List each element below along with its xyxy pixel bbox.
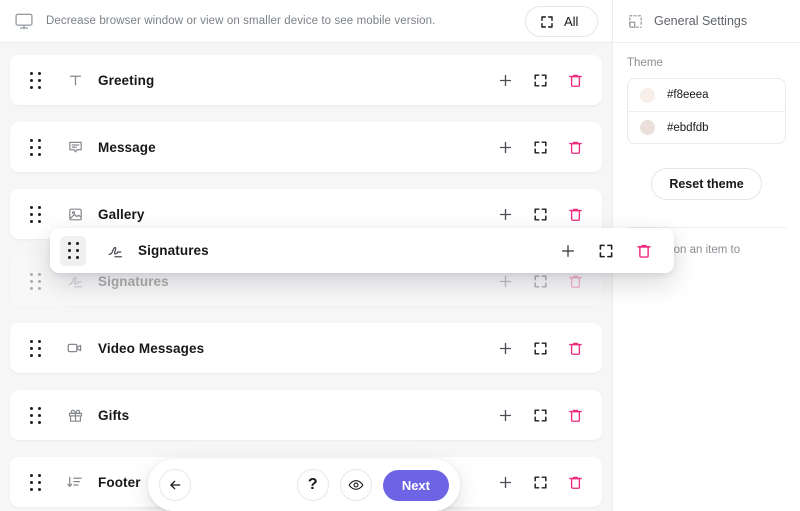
color-swatch (640, 87, 655, 103)
expand-icon (539, 14, 555, 30)
text-t-icon (58, 68, 92, 92)
trash-icon[interactable] (633, 240, 655, 262)
notice-bar: Decrease browser window or view on small… (0, 0, 612, 43)
arrow-left-icon (167, 477, 183, 493)
image-icon (58, 202, 92, 226)
theme-label: Theme (627, 57, 663, 69)
color-value: #ebdfdb (667, 121, 709, 134)
row-actions (494, 270, 602, 292)
message-box-icon (58, 135, 92, 159)
list-item-label: Footer (98, 474, 141, 490)
trash-icon[interactable] (564, 136, 586, 158)
row-actions (494, 471, 602, 493)
next-button[interactable]: Next (382, 469, 449, 501)
all-filter-button[interactable]: All (525, 6, 598, 37)
notice-text: Decrease browser window or view on small… (46, 15, 436, 27)
sort-desc-icon (58, 470, 92, 494)
add-icon[interactable] (494, 203, 516, 225)
row-actions (494, 203, 602, 225)
settings-panel-title: General Settings (654, 14, 748, 28)
help-button[interactable]: ? (296, 469, 329, 501)
list-item-label: Gallery (98, 206, 145, 222)
toolbar-right-group: ? Next (296, 469, 460, 501)
expand-icon[interactable] (529, 471, 551, 493)
add-icon[interactable] (494, 404, 516, 426)
dragged-item-label: Signatures (138, 243, 209, 258)
expand-icon[interactable] (529, 337, 551, 359)
expand-icon[interactable] (529, 203, 551, 225)
row-actions (557, 240, 674, 262)
list-item-label: Video Messages (98, 340, 205, 356)
theme-swatch-row[interactable]: #f8eeea (628, 79, 785, 111)
add-icon[interactable] (494, 270, 516, 292)
all-filter-label: All (564, 14, 579, 29)
trash-icon[interactable] (564, 270, 586, 292)
monitor-icon (14, 11, 34, 31)
trash-icon[interactable] (564, 471, 586, 493)
expand-icon[interactable] (529, 69, 551, 91)
add-icon[interactable] (494, 337, 516, 359)
component-icon (627, 13, 644, 30)
expand-icon[interactable] (529, 270, 551, 292)
list-item-label: Gifts (98, 407, 130, 423)
list-item[interactable]: Message (10, 122, 602, 172)
gift-icon (58, 403, 92, 427)
list-item[interactable]: Greeting (10, 55, 602, 105)
expand-icon[interactable] (529, 404, 551, 426)
drag-handle[interactable] (24, 134, 46, 160)
list-item-label: Signatures (98, 273, 169, 289)
reset-theme-wrap: Reset theme (627, 168, 786, 200)
dragged-list-item[interactable]: Signatures (50, 228, 674, 273)
color-swatch (640, 120, 655, 135)
trash-icon[interactable] (564, 203, 586, 225)
expand-icon[interactable] (529, 136, 551, 158)
signature-icon (98, 239, 132, 263)
trash-icon[interactable] (564, 69, 586, 91)
row-actions (494, 69, 602, 91)
row-actions (494, 337, 602, 359)
theme-swatch-row[interactable]: #ebdfdb (628, 111, 785, 143)
drag-handle[interactable] (24, 201, 46, 227)
drag-handle[interactable] (24, 402, 46, 428)
add-icon[interactable] (494, 471, 516, 493)
drag-handle-active[interactable] (60, 235, 86, 266)
add-icon[interactable] (494, 136, 516, 158)
list-item[interactable]: Gifts (10, 390, 602, 440)
row-actions (494, 404, 602, 426)
back-button[interactable] (159, 469, 191, 501)
app-root: Decrease browser window or view on small… (0, 0, 800, 511)
bottom-toolbar: ? Next (148, 459, 460, 511)
help-label: ? (307, 476, 318, 493)
list-item[interactable]: Video Messages (10, 323, 602, 373)
preview-button[interactable] (339, 469, 372, 501)
reset-theme-button[interactable]: Reset theme (651, 168, 762, 200)
add-icon[interactable] (494, 69, 516, 91)
list-item-label: Message (98, 139, 156, 155)
trash-icon[interactable] (564, 337, 586, 359)
block-list: Greeting Message Gallery Signatures Vide… (0, 43, 612, 507)
row-actions (494, 136, 602, 158)
drag-handle[interactable] (24, 67, 46, 93)
video-camera-icon (58, 336, 92, 360)
list-item-label: Greeting (98, 72, 155, 88)
trash-icon[interactable] (564, 404, 586, 426)
expand-icon[interactable] (595, 240, 617, 262)
settings-panel-header: General Settings (613, 0, 800, 43)
color-value: #f8eeea (667, 89, 709, 101)
drag-handle[interactable] (24, 469, 46, 495)
theme-swatch-list: #f8eeea #ebdfdb (627, 78, 786, 144)
drag-handle[interactable] (24, 268, 46, 294)
drag-handle[interactable] (24, 335, 46, 361)
settings-panel-body: Theme #f8eeea #ebdfdb Reset theme or tap… (613, 43, 800, 259)
eye-icon (348, 477, 364, 493)
add-icon[interactable] (557, 240, 579, 262)
